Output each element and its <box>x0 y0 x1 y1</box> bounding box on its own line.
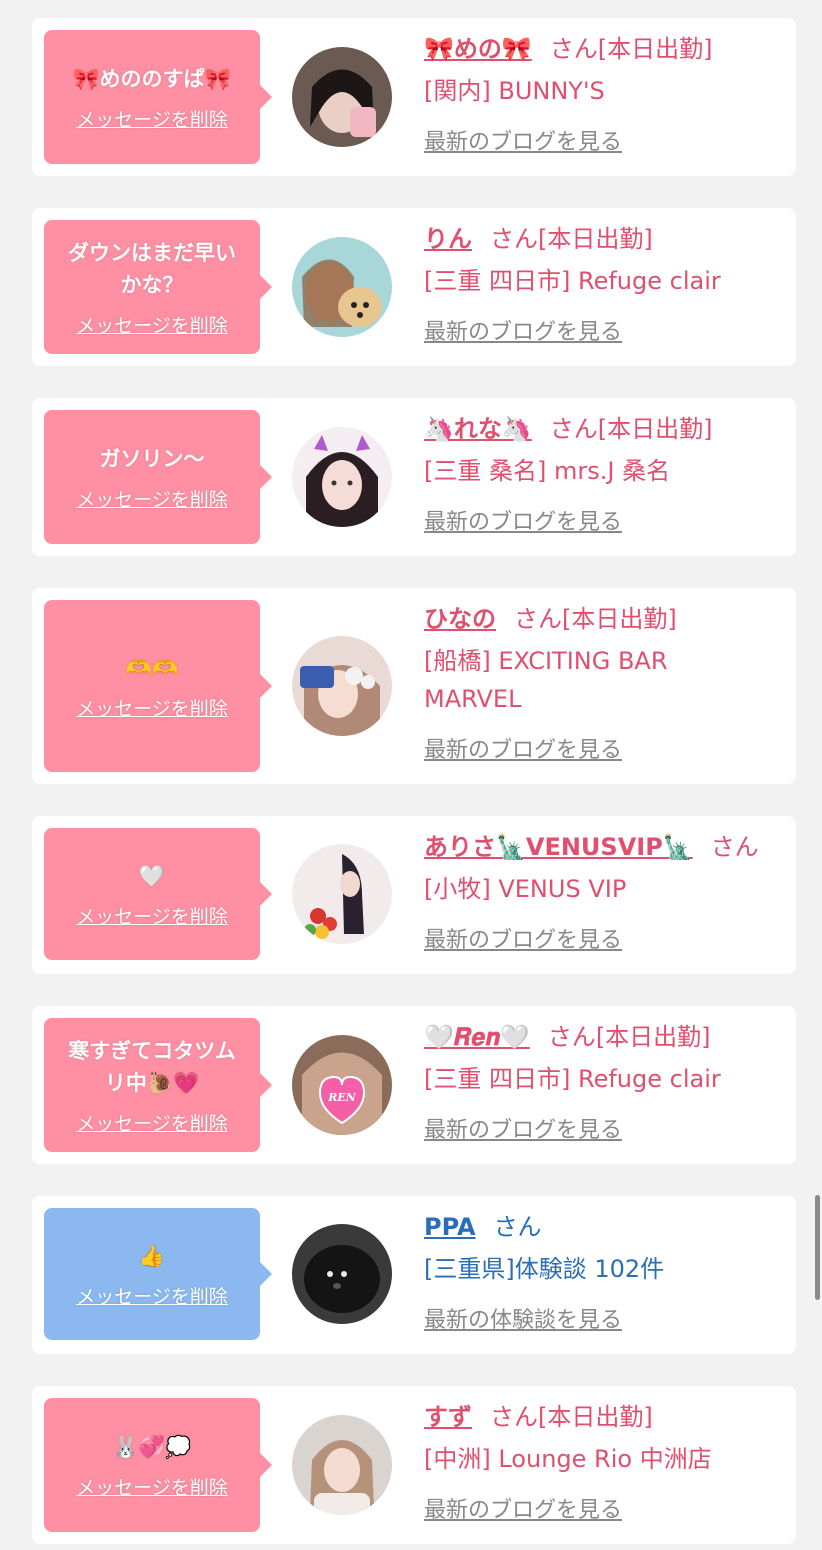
message-card: 🎀めののすぱ🎀 メッセージを削除 🎀めの🎀 さん[本日出勤] [関内] BUNNY… <box>32 18 796 176</box>
avatar-photo-placeholder <box>292 636 392 736</box>
latest-blog-link[interactable]: 最新のブログを見る <box>424 1112 622 1144</box>
honorific: さん <box>710 833 759 861</box>
message-card: 🤍 メッセージを削除 ありさ🗽VENUSVIP🗽 さん [小牧] VENUS VI… <box>32 816 796 974</box>
delete-message-link[interactable]: メッセージを削除 <box>76 105 228 132</box>
avatar[interactable] <box>292 1224 392 1324</box>
message-bubble: 🐰💞💭 メッセージを削除 <box>44 1398 272 1532</box>
delete-message-link[interactable]: メッセージを削除 <box>76 694 228 721</box>
latest-review-link[interactable]: 最新の体験談を見る <box>424 1302 622 1334</box>
shop-label: [小牧] VENUS VIP <box>424 875 627 903</box>
message-card: 寒すぎてコタツム リ中🐌💗 メッセージを削除 REN 🤍𝑹𝒆𝒏🤍 さん[本日出勤]… <box>32 1006 796 1164</box>
avatar-photo-placeholder <box>292 47 392 147</box>
message-bubble: ガソリン〜 メッセージを削除 <box>44 410 272 544</box>
honorific: さん <box>490 1403 538 1431</box>
message-card: ダウンはまだ早い かな？ メッセージを削除 りん さん[本日出勤] [三重 四日市… <box>32 208 796 366</box>
message-card: ガソリン〜 メッセージを削除 🦄れな🦄 さん[本日出勤] [三重 桑名] mrs.… <box>32 398 796 556</box>
latest-blog-link[interactable]: 最新のブログを見る <box>424 922 622 954</box>
honorific: さん <box>514 605 562 633</box>
avatar[interactable] <box>292 636 392 736</box>
status-label: [本日出勤] <box>597 35 713 63</box>
scrollbar[interactable] <box>815 1195 820 1300</box>
latest-blog-link[interactable]: 最新のブログを見る <box>424 1492 622 1524</box>
avatar-photo-placeholder <box>292 1415 392 1515</box>
profile-name-link[interactable]: りん <box>424 225 472 253</box>
message-list: 🎀めののすぱ🎀 メッセージを削除 🎀めの🎀 さん[本日出勤] [関内] BUNNY… <box>32 18 796 1544</box>
profile-name-link[interactable]: 🦄れな🦄 <box>424 415 532 443</box>
message-bubble: 🫶🫶 メッセージを削除 <box>44 600 272 772</box>
message-text: ダウンはまだ早い かな？ <box>68 240 236 297</box>
status-label: [本日出勤] <box>597 415 713 443</box>
avatar-photo-placeholder <box>292 237 392 337</box>
message-card: 🫶🫶 メッセージを削除 ひなの さん[本日出勤] [船橋] EXCITING BA… <box>32 588 796 784</box>
message-text: 🤍 <box>138 863 166 888</box>
svg-text:REN: REN <box>327 1091 357 1104</box>
message-text: 寒すぎてコタツム リ中🐌💗 <box>68 1038 236 1095</box>
honorific: さん <box>493 1213 542 1241</box>
honorific: さん <box>490 225 538 253</box>
honorific: さん <box>549 35 598 63</box>
avatar-photo-placeholder <box>292 1224 392 1324</box>
message-text: 🎀めののすぱ🎀 <box>73 66 231 91</box>
latest-blog-link[interactable]: 最新のブログを見る <box>424 732 622 764</box>
status-label: [本日出勤] <box>595 1023 711 1051</box>
avatar[interactable] <box>292 427 392 527</box>
profile-name-link[interactable]: ありさ🗽VENUSVIP🗽 <box>424 833 693 861</box>
shop-label: [関内] BUNNY'S <box>424 77 605 105</box>
message-text: 🐰💞💭 <box>112 1434 192 1459</box>
profile-info: ひなの さん[本日出勤] [船橋] EXCITING BAR MARVEL 最新の… <box>424 602 778 764</box>
message-bubble: ダウンはまだ早い かな？ メッセージを削除 <box>44 220 272 354</box>
profile-info: りん さん[本日出勤] [三重 四日市] Refuge clair 最新のブログを… <box>424 222 778 346</box>
latest-blog-link[interactable]: 最新のブログを見る <box>424 124 622 156</box>
profile-info: 🎀めの🎀 さん[本日出勤] [関内] BUNNY'S 最新のブログを見る <box>424 32 778 156</box>
profile-name-link[interactable]: PPA <box>424 1213 476 1241</box>
avatar-photo-placeholder: REN <box>292 1035 392 1135</box>
avatar-photo-placeholder <box>292 844 392 944</box>
status-label: [本日出勤] <box>538 225 653 253</box>
avatar[interactable] <box>292 844 392 944</box>
shop-label: [三重県]体験談 102件 <box>424 1255 665 1283</box>
message-text: 🫶🫶 <box>125 655 179 680</box>
message-bubble: 寒すぎてコタツム リ中🐌💗 メッセージを削除 <box>44 1018 272 1152</box>
message-bubble: 🤍 メッセージを削除 <box>44 828 272 960</box>
avatar[interactable] <box>292 237 392 337</box>
profile-info: すず さん[本日出勤] [中洲] Lounge Rio 中洲店 最新のブログを見る <box>424 1400 778 1524</box>
avatar[interactable] <box>292 1415 392 1515</box>
profile-name-link[interactable]: 🎀めの🎀 <box>424 35 532 63</box>
honorific: さん <box>547 1023 596 1051</box>
shop-label: [三重 四日市] Refuge clair <box>424 1065 721 1093</box>
message-text: ガソリン〜 <box>99 446 205 471</box>
delete-message-link[interactable]: メッセージを削除 <box>76 1282 228 1309</box>
honorific: さん <box>549 415 598 443</box>
message-card: 🐰💞💭 メッセージを削除 すず さん[本日出勤] [中洲] Lounge Rio … <box>32 1386 796 1544</box>
status-label: [本日出勤] <box>538 1403 653 1431</box>
delete-message-link[interactable]: メッセージを削除 <box>76 902 228 929</box>
status-label: [本日出勤] <box>562 605 677 633</box>
avatar[interactable] <box>292 47 392 147</box>
avatar[interactable]: REN <box>292 1035 392 1135</box>
profile-name-link[interactable]: すず <box>424 1403 472 1431</box>
message-text: 👍 <box>138 1243 166 1268</box>
message-card: 👍 メッセージを削除 PPA さん [三重県]体験談 102件 最新の体験談を見る <box>32 1196 796 1354</box>
profile-name-link[interactable]: 🤍𝑹𝒆𝒏🤍 <box>424 1023 530 1051</box>
avatar-photo-placeholder <box>292 427 392 527</box>
message-bubble: 🎀めののすぱ🎀 メッセージを削除 <box>44 30 272 164</box>
latest-blog-link[interactable]: 最新のブログを見る <box>424 504 622 536</box>
message-bubble: 👍 メッセージを削除 <box>44 1208 272 1340</box>
profile-info: ありさ🗽VENUSVIP🗽 さん [小牧] VENUS VIP 最新のブログを見る <box>424 830 778 954</box>
delete-message-link[interactable]: メッセージを削除 <box>76 485 228 512</box>
delete-message-link[interactable]: メッセージを削除 <box>76 1473 228 1500</box>
profile-info: 🦄れな🦄 さん[本日出勤] [三重 桑名] mrs.J 桑名 最新のブログを見る <box>424 412 778 536</box>
shop-label: [三重 桑名] mrs.J 桑名 <box>424 457 671 485</box>
profile-info: PPA さん [三重県]体験談 102件 最新の体験談を見る <box>424 1210 778 1334</box>
shop-label: [船橋] EXCITING BAR MARVEL <box>424 647 668 713</box>
shop-label: [中洲] Lounge Rio 中洲店 <box>424 1445 712 1473</box>
profile-name-link[interactable]: ひなの <box>424 605 496 633</box>
profile-info: 🤍𝑹𝒆𝒏🤍 さん[本日出勤] [三重 四日市] Refuge clair 最新のブ… <box>424 1020 778 1144</box>
delete-message-link[interactable]: メッセージを削除 <box>76 1109 228 1136</box>
latest-blog-link[interactable]: 最新のブログを見る <box>424 314 622 346</box>
delete-message-link[interactable]: メッセージを削除 <box>76 311 228 338</box>
shop-label: [三重 四日市] Refuge clair <box>424 267 721 295</box>
